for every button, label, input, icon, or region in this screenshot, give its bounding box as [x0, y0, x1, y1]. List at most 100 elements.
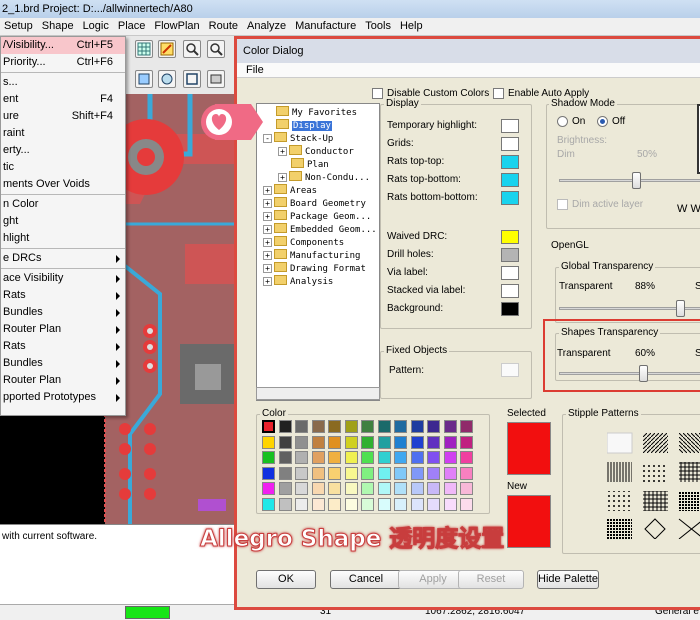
- expand-icon[interactable]: +: [263, 186, 272, 195]
- palette-color-cell[interactable]: [262, 466, 275, 480]
- stipple-pattern-grid[interactable]: [607, 429, 700, 539]
- refresh-icon[interactable]: [135, 70, 153, 88]
- dim-active-layer-checkbox[interactable]: [557, 199, 568, 210]
- palette-color-cell[interactable]: [394, 497, 407, 511]
- expand-icon[interactable]: +: [263, 212, 272, 221]
- file-menu[interactable]: File: [237, 63, 700, 78]
- palette-color-cell[interactable]: [328, 466, 341, 480]
- palette-color-cell[interactable]: [278, 451, 292, 464]
- pattern-swatch[interactable]: [501, 363, 519, 377]
- dropdown-item[interactable]: Priority... Ctrl+F6: [1, 54, 125, 71]
- palette-color-cell[interactable]: [394, 451, 407, 464]
- menu-route[interactable]: Route: [205, 18, 243, 35]
- palette-color-cell[interactable]: [262, 497, 275, 511]
- menu-manufacture[interactable]: Manufacture: [291, 18, 361, 35]
- palette-color-cell[interactable]: [278, 497, 292, 511]
- palette-color-cell[interactable]: [328, 497, 341, 511]
- palette-color-cell[interactable]: [410, 451, 424, 464]
- ok-button[interactable]: OK: [256, 570, 316, 589]
- palette-color-cell[interactable]: [311, 497, 325, 511]
- tree-node[interactable]: Plan: [278, 158, 329, 171]
- palette-color-cell[interactable]: [361, 497, 374, 511]
- palette-color-cell[interactable]: [328, 435, 341, 449]
- palette-color-cell[interactable]: [377, 451, 391, 464]
- hide-palette-button[interactable]: Hide Palette: [537, 570, 599, 589]
- grid-icon[interactable]: [135, 40, 153, 58]
- color-palette[interactable]: [262, 420, 487, 512]
- palette-color-cell[interactable]: [361, 451, 374, 464]
- palette-color-cell[interactable]: [410, 482, 424, 495]
- display-row-swatch[interactable]: [501, 230, 519, 244]
- menu-place[interactable]: Place: [114, 18, 151, 35]
- menu-help[interactable]: Help: [396, 18, 428, 35]
- palette-color-cell[interactable]: [344, 435, 358, 449]
- fit-icon[interactable]: [183, 70, 201, 88]
- dim-slider-thumb[interactable]: [632, 172, 641, 189]
- palette-color-cell[interactable]: [443, 482, 457, 495]
- cancel-button[interactable]: Cancel: [330, 570, 402, 589]
- dropdown-item[interactable]: ure Shift+F4: [1, 108, 125, 125]
- palette-color-cell[interactable]: [361, 435, 374, 449]
- dropdown-item[interactable]: ent F4: [1, 91, 125, 108]
- dropdown-item[interactable]: Bundles: [1, 304, 125, 321]
- palette-color-cell[interactable]: [278, 420, 292, 433]
- expand-icon[interactable]: +: [263, 225, 272, 234]
- tree-node[interactable]: + Manufacturing: [263, 249, 360, 262]
- zoom-in-icon[interactable]: [183, 40, 201, 58]
- dropdown-item[interactable]: ace Visibility: [1, 270, 125, 287]
- palette-color-cell[interactable]: [377, 420, 391, 433]
- window-icon[interactable]: [207, 70, 225, 88]
- disable-custom-colors-checkbox[interactable]: [372, 88, 383, 99]
- tree-node[interactable]: My Favorites: [263, 106, 357, 119]
- palette-color-cell[interactable]: [427, 435, 440, 449]
- display-row-swatch[interactable]: [501, 302, 519, 316]
- palette-color-cell[interactable]: [394, 482, 407, 495]
- expand-icon[interactable]: +: [278, 147, 287, 156]
- palette-color-cell[interactable]: [295, 435, 308, 449]
- menu-flowplan[interactable]: FlowPlan: [150, 18, 204, 35]
- tree-node[interactable]: + Analysis: [263, 275, 333, 288]
- palette-color-cell[interactable]: [344, 466, 358, 480]
- zoom-out-icon[interactable]: [207, 40, 225, 58]
- tree-node[interactable]: + Embedded Geom...: [263, 223, 377, 236]
- tree-node[interactable]: Display: [263, 119, 332, 132]
- palette-color-cell[interactable]: [278, 482, 292, 495]
- palette-color-cell[interactable]: [328, 420, 341, 433]
- dropdown-item[interactable]: Rats: [1, 338, 125, 355]
- palette-color-cell[interactable]: [427, 466, 440, 480]
- palette-color-cell[interactable]: [427, 482, 440, 495]
- palette-color-cell[interactable]: [377, 466, 391, 480]
- palette-color-cell[interactable]: [394, 435, 407, 449]
- display-row-swatch[interactable]: [501, 137, 519, 151]
- palette-color-cell[interactable]: [394, 466, 407, 480]
- menu-shape[interactable]: Shape: [38, 18, 79, 35]
- expand-icon[interactable]: +: [278, 173, 287, 182]
- view-icon[interactable]: [158, 70, 176, 88]
- dropdown-item[interactable]: ght: [1, 213, 125, 230]
- palette-color-cell[interactable]: [311, 435, 325, 449]
- palette-color-cell[interactable]: [410, 435, 424, 449]
- palette-color-cell[interactable]: [262, 420, 275, 433]
- shadow-on-radio[interactable]: [557, 116, 568, 127]
- tree-node[interactable]: + Drawing Format: [263, 262, 366, 275]
- palette-color-cell[interactable]: [443, 497, 457, 511]
- display-row-swatch[interactable]: [501, 173, 519, 187]
- dim-slider-track[interactable]: [559, 179, 700, 182]
- palette-color-cell[interactable]: [311, 420, 325, 433]
- palette-color-cell[interactable]: [361, 420, 374, 433]
- dropdown-item[interactable]: /Visibility... Ctrl+F5: [1, 37, 125, 54]
- palette-color-cell[interactable]: [295, 466, 308, 480]
- palette-color-cell[interactable]: [344, 420, 358, 433]
- reset-button[interactable]: Reset: [458, 570, 524, 589]
- palette-color-cell[interactable]: [460, 466, 473, 480]
- expand-icon[interactable]: +: [263, 199, 272, 208]
- tree-horizontal-scrollbar[interactable]: [256, 387, 380, 400]
- palette-color-cell[interactable]: [311, 451, 325, 464]
- palette-color-cell[interactable]: [311, 482, 325, 495]
- palette-color-cell[interactable]: [377, 435, 391, 449]
- dropdown-item[interactable]: raint: [1, 125, 125, 142]
- color-category-tree[interactable]: My Favorites Display - Stack-Up + Conductor Pl…: [256, 103, 380, 401]
- enable-auto-apply-checkbox[interactable]: [493, 88, 504, 99]
- palette-color-cell[interactable]: [377, 482, 391, 495]
- color-icon[interactable]: [158, 40, 176, 58]
